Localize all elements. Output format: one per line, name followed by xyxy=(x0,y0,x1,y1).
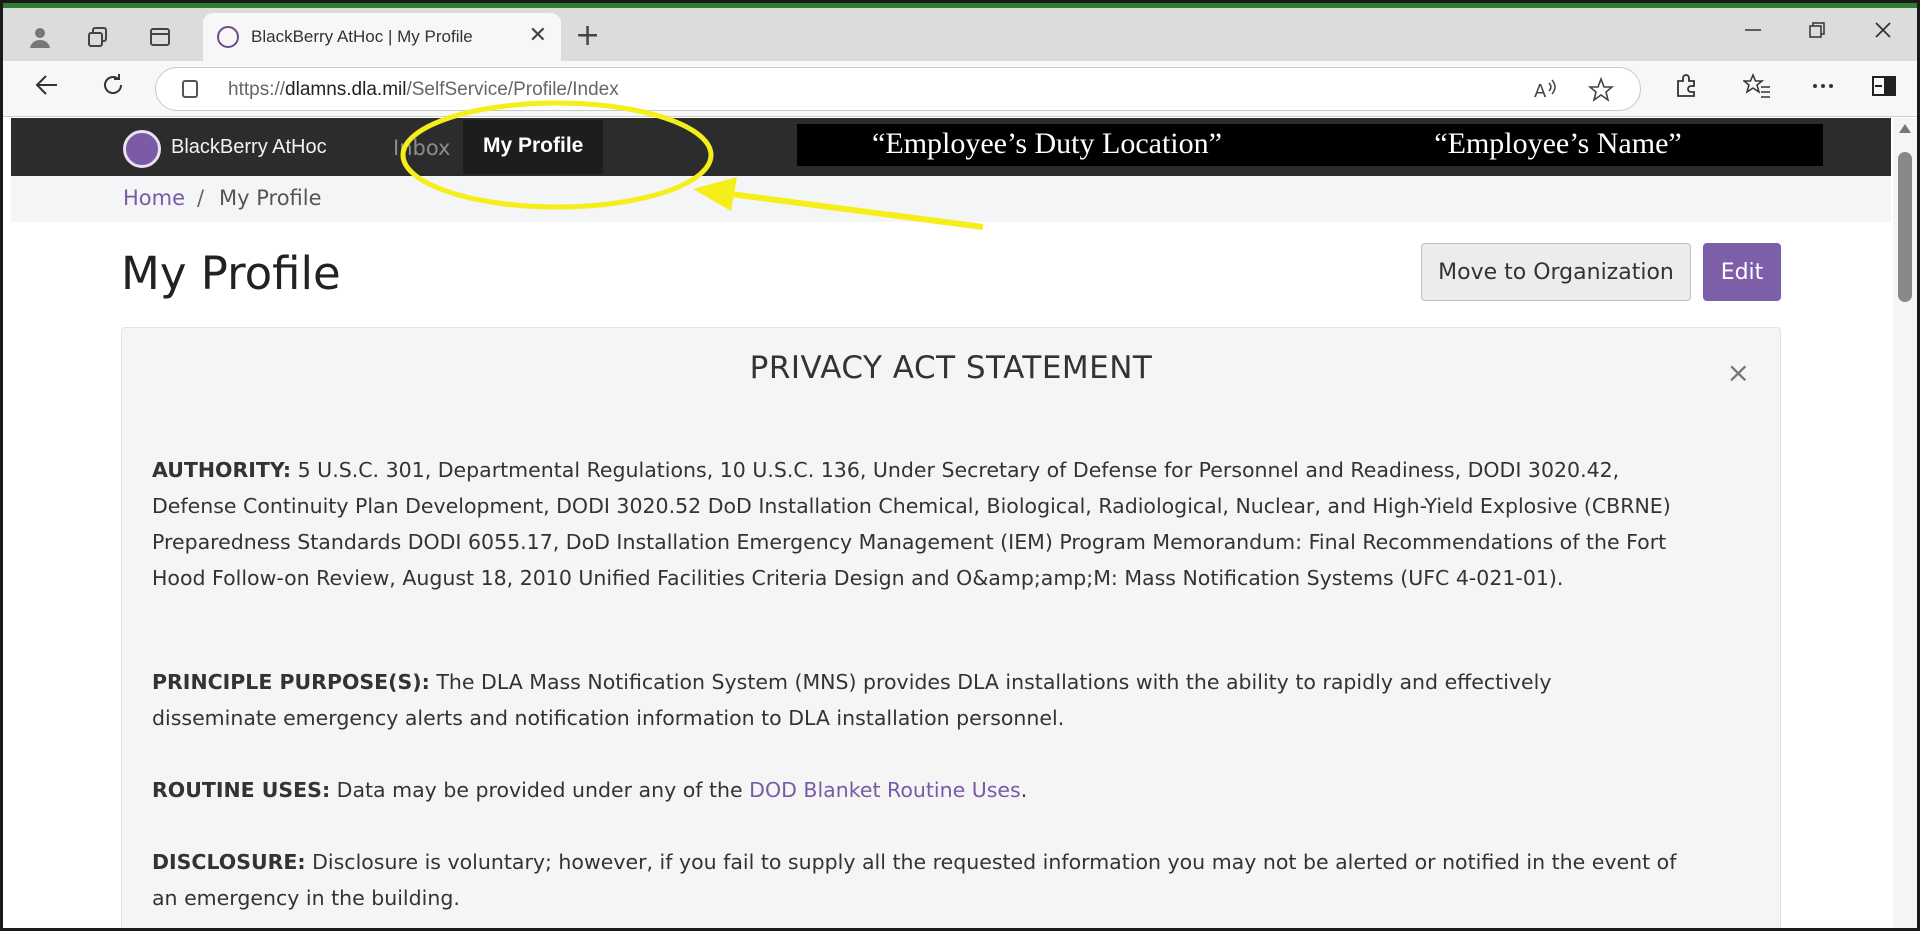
app-header: BlackBerry AtHoc Inbox My Profile “Emplo… xyxy=(11,118,1891,176)
url-text[interactable]: https://dlamns.dla.mil/SelfService/Profi… xyxy=(228,79,619,101)
routine-uses-paragraph: ROUTINE USES: Data may be provided under… xyxy=(152,778,1028,802)
page-title: My Profile xyxy=(121,247,341,300)
back-icon[interactable] xyxy=(33,71,61,106)
more-icon[interactable] xyxy=(1811,73,1835,105)
browser-tab-strip: BlackBerry AtHoc | My Profile ✕ + xyxy=(3,3,1917,66)
browser-tab-active[interactable]: BlackBerry AtHoc | My Profile ✕ xyxy=(203,13,561,66)
dod-blanket-routine-uses-link[interactable]: DOD Blanket Routine Uses xyxy=(749,778,1021,802)
privacy-act-panel: PRIVACY ACT STATEMENT × AUTHORITY: 5 U.S… xyxy=(121,327,1781,928)
app-logo-text[interactable]: BlackBerry AtHoc xyxy=(171,136,327,159)
refresh-icon[interactable] xyxy=(99,71,127,106)
tab-title: BlackBerry AtHoc | My Profile xyxy=(251,27,473,46)
purpose-paragraph: PRINCIPLE PURPOSE(S): The DLA Mass Notif… xyxy=(152,670,1552,730)
new-tab-button[interactable]: + xyxy=(575,18,600,53)
read-aloud-icon[interactable]: A xyxy=(1532,77,1558,109)
privacy-panel-title: PRIVACY ACT STATEMENT xyxy=(749,350,1153,386)
sidebar-icon[interactable] xyxy=(1871,73,1897,105)
page-scrollbar[interactable] xyxy=(1893,118,1917,928)
url-bar[interactable]: https://dlamns.dla.mil/SelfService/Profi… xyxy=(155,67,1641,111)
address-bar-row: https://dlamns.dla.mil/SelfService/Profi… xyxy=(3,61,1917,117)
restore-icon[interactable] xyxy=(1807,20,1827,46)
scroll-up-arrow-icon[interactable] xyxy=(1899,124,1911,133)
move-to-organization-button[interactable]: Move to Organization xyxy=(1421,243,1691,301)
svg-text:A: A xyxy=(1534,81,1547,102)
breadcrumb-current: My Profile xyxy=(219,186,322,210)
authority-paragraph: AUTHORITY: 5 U.S.C. 301, Departmental Re… xyxy=(152,458,1671,590)
minimize-icon[interactable] xyxy=(1743,20,1763,46)
tab-close-icon[interactable]: ✕ xyxy=(529,23,547,48)
athoc-favicon-icon xyxy=(217,26,239,48)
extensions-icon[interactable] xyxy=(1673,73,1699,105)
workspaces-icon[interactable] xyxy=(83,22,113,52)
favorite-star-icon[interactable] xyxy=(1587,76,1615,109)
tab-actions-icon[interactable] xyxy=(145,22,175,52)
blackberry-athoc-logo-icon[interactable] xyxy=(123,130,161,168)
duty-location-label: “Employee’s Duty Location” xyxy=(797,124,1297,166)
favorites-icon[interactable] xyxy=(1741,73,1771,105)
scrollbar-thumb[interactable] xyxy=(1898,152,1912,302)
nav-my-profile[interactable]: My Profile xyxy=(463,120,603,174)
edit-button[interactable]: Edit xyxy=(1703,243,1781,301)
screenshot-frame: BlackBerry AtHoc | My Profile ✕ + https:… xyxy=(0,0,1920,931)
lock-icon[interactable] xyxy=(182,80,198,98)
breadcrumb-separator: / xyxy=(197,186,205,210)
close-window-icon[interactable] xyxy=(1873,20,1893,46)
profile-icon[interactable] xyxy=(25,22,55,52)
nav-inbox[interactable]: Inbox xyxy=(393,136,450,160)
employee-name-label: “Employee’s Name” xyxy=(1293,124,1823,166)
breadcrumb: Home / My Profile xyxy=(11,176,1891,222)
breadcrumb-home[interactable]: Home xyxy=(123,186,185,210)
close-icon[interactable]: × xyxy=(1727,356,1750,389)
disclosure-paragraph: DISCLOSURE: Disclosure is voluntary; how… xyxy=(152,850,1677,910)
